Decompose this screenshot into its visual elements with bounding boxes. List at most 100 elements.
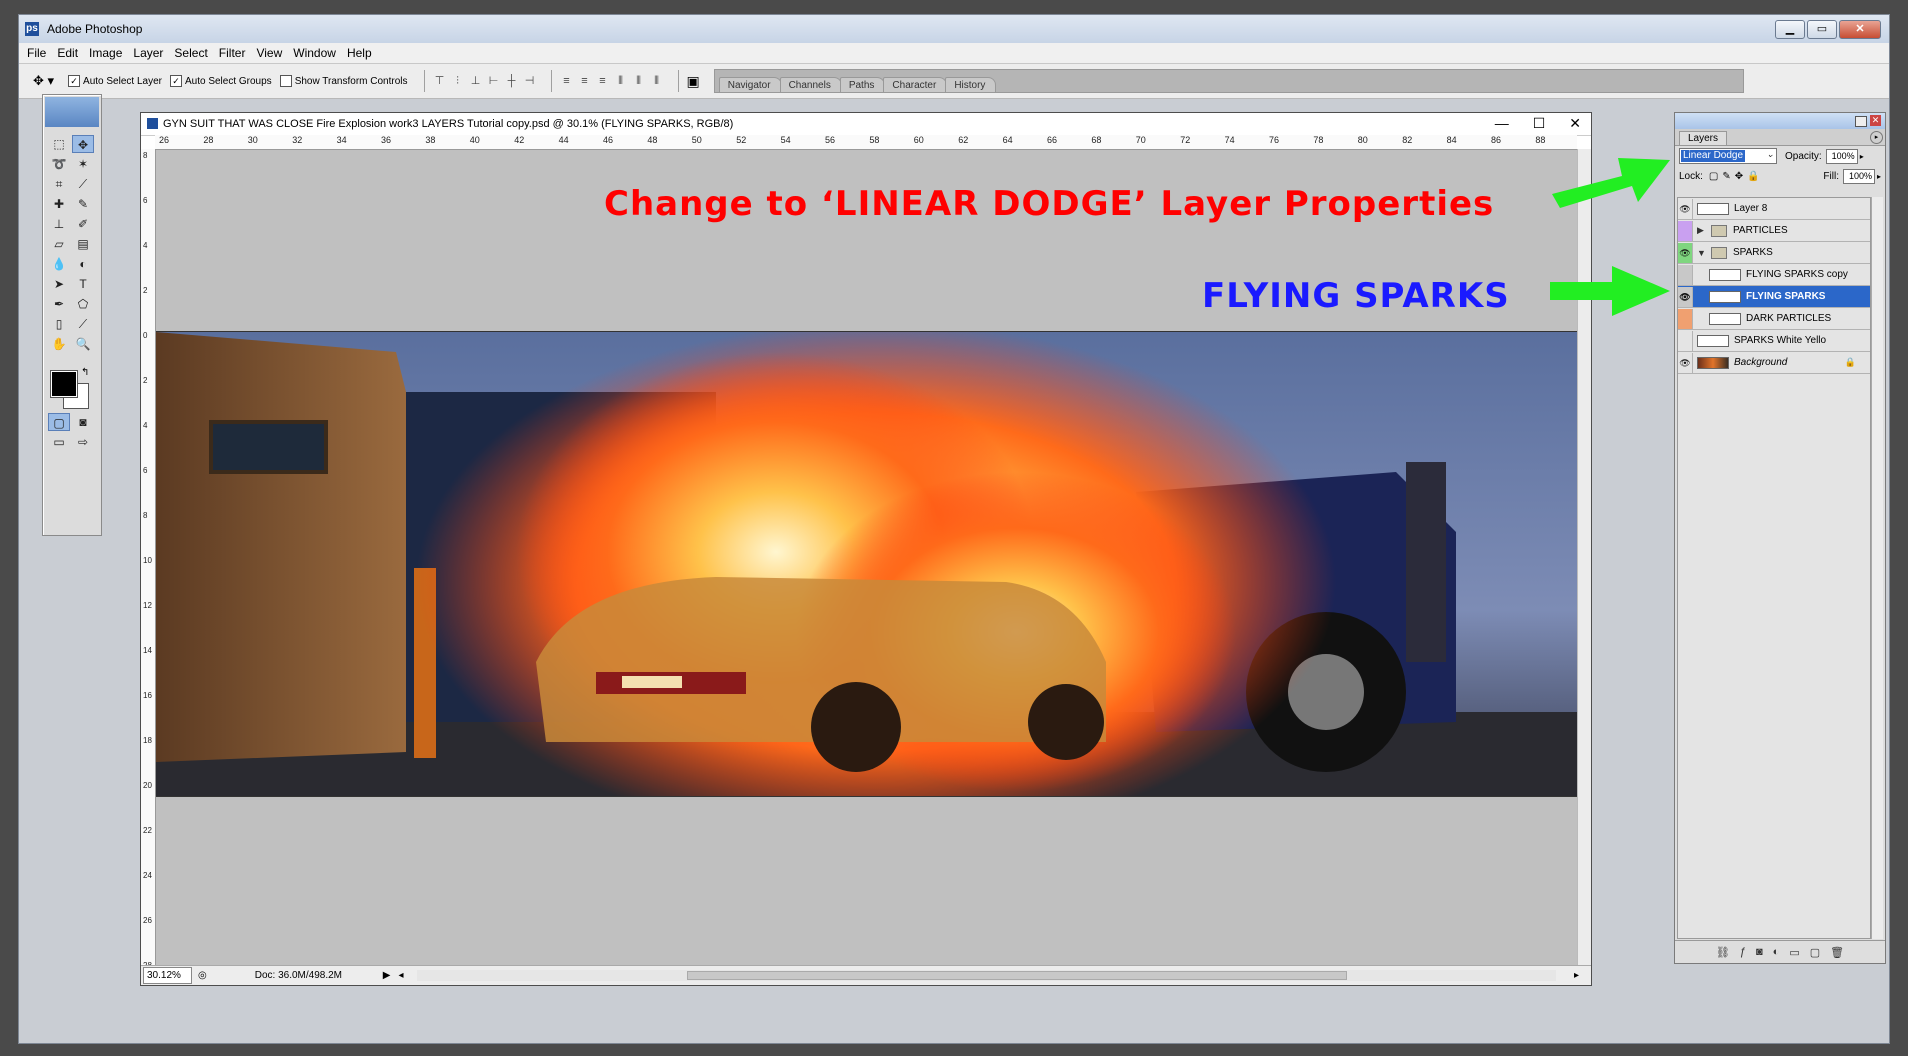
- layer-row[interactable]: 👁 Background 🔒: [1678, 352, 1870, 374]
- gradient-tool-icon[interactable]: ▤: [72, 235, 94, 253]
- delete-layer-icon[interactable]: 🗑: [1830, 946, 1844, 959]
- hand-tool-icon[interactable]: ✋: [48, 335, 70, 353]
- menu-file[interactable]: File: [27, 46, 46, 60]
- zoom-level-field[interactable]: 30.12%: [143, 967, 192, 984]
- close-button[interactable]: ✕: [1839, 20, 1881, 39]
- fill-slider-icon[interactable]: ▸: [1877, 172, 1881, 181]
- layers-scrollbar[interactable]: [1871, 197, 1883, 939]
- dodge-tool-icon[interactable]: ◐: [72, 255, 94, 273]
- distribute-top-icon[interactable]: ≡: [560, 74, 574, 88]
- panel-minimize-button[interactable]: [1855, 116, 1867, 127]
- expand-closed-icon[interactable]: ▶: [1697, 225, 1707, 236]
- blur-tool-icon[interactable]: 💧: [48, 255, 70, 273]
- distribute-right-icon[interactable]: ⦀: [650, 74, 664, 88]
- move-tool-preset[interactable]: ✥ ▾: [33, 73, 54, 89]
- show-transform-checkbox[interactable]: [279, 75, 292, 87]
- add-mask-icon[interactable]: ◙: [1756, 946, 1763, 958]
- show-transform-option[interactable]: Show Transform Controls: [279, 75, 408, 87]
- blend-mode-select[interactable]: Linear Dodge ⌄: [1679, 148, 1777, 164]
- workspace-icon[interactable]: ▣: [687, 73, 700, 90]
- doc-minimize-button[interactable]: —: [1495, 115, 1509, 132]
- foreground-color-swatch[interactable]: [50, 370, 78, 398]
- link-layers-icon[interactable]: ⛓: [1716, 946, 1730, 959]
- adjustment-layer-icon[interactable]: ◐: [1773, 946, 1780, 958]
- horizontal-scrollbar[interactable]: [417, 970, 1556, 981]
- align-vcenter-icon[interactable]: ⫶: [451, 74, 465, 88]
- notes-tool-icon[interactable]: ▯: [48, 315, 70, 333]
- path-selection-tool-icon[interactable]: ➤: [48, 275, 70, 293]
- expand-open-icon[interactable]: ▼: [1697, 248, 1707, 258]
- visibility-eye-icon[interactable]: 👁: [1678, 198, 1693, 219]
- layers-panel-header[interactable]: ✕: [1675, 113, 1885, 129]
- tab-history[interactable]: History: [945, 77, 997, 92]
- layer-row[interactable]: ▶ PARTICLES: [1678, 220, 1870, 242]
- marquee-tool-icon[interactable]: ⬚: [48, 135, 70, 153]
- quick-mask-icon[interactable]: ◙: [72, 413, 94, 431]
- visibility-eye-icon[interactable]: [1678, 264, 1693, 285]
- layer-row[interactable]: 👁 Layer 8: [1678, 198, 1870, 220]
- menu-layer[interactable]: Layer: [133, 46, 163, 60]
- lock-options-icons[interactable]: ▢✎✥🔒: [1709, 171, 1764, 182]
- tab-paths[interactable]: Paths: [839, 77, 886, 92]
- distribute-bottom-icon[interactable]: ≡: [596, 74, 610, 88]
- screen-mode-icon[interactable]: ▭: [48, 433, 70, 451]
- align-left-icon[interactable]: ⊢: [487, 74, 501, 88]
- menu-image[interactable]: Image: [89, 46, 122, 60]
- status-menu-icon[interactable]: ◎: [198, 970, 207, 981]
- distribute-vcenter-icon[interactable]: ≡: [578, 74, 592, 88]
- eyedropper-tool-icon[interactable]: ⟋: [72, 315, 94, 333]
- tab-navigator[interactable]: Navigator: [718, 77, 782, 92]
- auto-select-layer-checkbox[interactable]: ✓: [68, 75, 81, 87]
- align-top-icon[interactable]: ⊤: [433, 74, 447, 88]
- auto-select-groups-checkbox[interactable]: ✓: [169, 75, 182, 87]
- healing-brush-tool-icon[interactable]: ✚: [48, 195, 70, 213]
- visibility-eye-icon[interactable]: [1678, 220, 1693, 241]
- slice-tool-icon[interactable]: ⟋: [72, 175, 94, 193]
- align-right-icon[interactable]: ⊣: [523, 74, 537, 88]
- layer-row[interactable]: FLYING SPARKS copy: [1678, 264, 1870, 286]
- brush-tool-icon[interactable]: ✎: [72, 195, 94, 213]
- horizontal-scroll-thumb[interactable]: [687, 971, 1348, 980]
- layer-row[interactable]: SPARKS White Yello: [1678, 330, 1870, 352]
- zoom-tool-icon[interactable]: 🔍: [72, 335, 94, 353]
- align-hcenter-icon[interactable]: ┼: [505, 74, 519, 88]
- tab-channels[interactable]: Channels: [779, 77, 842, 92]
- pen-tool-icon[interactable]: ✒: [48, 295, 70, 313]
- lasso-tool-icon[interactable]: ➰: [48, 155, 70, 173]
- crop-tool-icon[interactable]: ⌗: [48, 175, 70, 193]
- standard-mode-icon[interactable]: ▢: [48, 413, 70, 431]
- fill-field[interactable]: 100%: [1842, 168, 1875, 184]
- doc-maximize-button[interactable]: ☐: [1533, 115, 1546, 132]
- history-brush-tool-icon[interactable]: ✐: [72, 215, 94, 233]
- canvas-area[interactable]: Change to ‘LINEAR DODGE’ Layer Propertie…: [156, 150, 1577, 965]
- magic-wand-tool-icon[interactable]: ✶: [72, 155, 94, 173]
- opacity-field[interactable]: 100%: [1825, 148, 1858, 164]
- panel-close-button[interactable]: ✕: [1870, 115, 1881, 126]
- type-tool-icon[interactable]: T: [72, 275, 94, 293]
- horizontal-ruler[interactable]: 26 28 30 32 34 36 38 40 42 44 46 48 50 52 54 56 58 60 62 64…: [155, 135, 1577, 150]
- scroll-left-icon[interactable]: ◂: [398, 970, 403, 981]
- visibility-eye-icon[interactable]: 👁: [1678, 242, 1693, 263]
- jump-to-imageready-icon[interactable]: ⇨: [72, 433, 94, 451]
- distribute-left-icon[interactable]: ⦀: [614, 74, 628, 88]
- status-arrow-icon[interactable]: ▶: [383, 970, 391, 981]
- opacity-slider-icon[interactable]: ▸: [1860, 152, 1864, 161]
- layer-row[interactable]: 👁 FLYING SPARKS: [1678, 286, 1870, 308]
- new-group-icon[interactable]: ▭: [1789, 946, 1799, 959]
- scroll-right-icon[interactable]: ▸: [1574, 970, 1579, 981]
- menu-view[interactable]: View: [256, 46, 282, 60]
- layer-style-icon[interactable]: ƒ: [1740, 946, 1746, 958]
- menu-help[interactable]: Help: [347, 46, 372, 60]
- swap-colors-icon[interactable]: ↰: [81, 367, 89, 378]
- align-bottom-icon[interactable]: ⊥: [469, 74, 483, 88]
- menu-window[interactable]: Window: [293, 46, 336, 60]
- panel-menu-icon[interactable]: ▸: [1870, 131, 1883, 144]
- visibility-eye-icon[interactable]: 👁: [1678, 352, 1693, 373]
- vertical-ruler[interactable]: 8642024681012141618202224262830: [141, 149, 156, 965]
- tab-character[interactable]: Character: [883, 77, 948, 92]
- move-tool-icon[interactable]: ✥: [72, 135, 94, 153]
- eraser-tool-icon[interactable]: ▱: [48, 235, 70, 253]
- menu-edit[interactable]: Edit: [57, 46, 78, 60]
- visibility-eye-icon[interactable]: 👁: [1678, 286, 1693, 307]
- visibility-eye-icon[interactable]: [1678, 330, 1693, 351]
